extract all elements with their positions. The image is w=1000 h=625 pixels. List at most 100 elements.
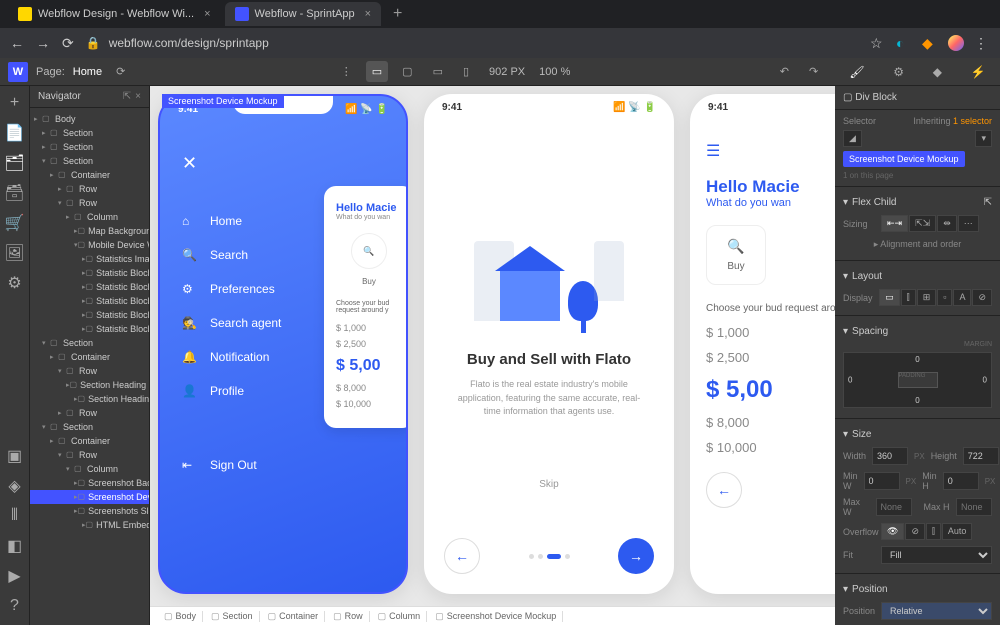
size-header[interactable]: ▾ Size <box>843 425 992 444</box>
forward-button[interactable]: → <box>36 35 50 51</box>
tree-item[interactable]: ▾▢Row <box>30 196 149 210</box>
sizing-none[interactable]: ⇹ <box>937 215 957 232</box>
screen3-card[interactable]: 🔍 Buy <box>706 225 766 285</box>
layout-header[interactable]: ▾ Layout <box>843 267 992 286</box>
tree-item[interactable]: ▸▢Container <box>30 350 149 364</box>
navigator-icon[interactable]: 🗂 <box>6 154 24 172</box>
desktop-breakpoint-icon[interactable]: ▭ <box>366 61 388 82</box>
tree-item[interactable]: ▾▢Row <box>30 448 149 462</box>
breadcrumb-item[interactable]: ▢Row <box>327 611 370 622</box>
tree-item[interactable]: ▸▢Section <box>30 126 149 140</box>
tree-item[interactable]: ▸▢Screenshots Slid <box>30 504 149 518</box>
spacing-header[interactable]: ▾ Spacing <box>843 322 992 341</box>
settings-icon[interactable]: ⚙ <box>6 274 24 292</box>
cms-icon[interactable]: 🗃 <box>6 184 24 202</box>
sizing-grow[interactable]: ⇱⇲ <box>909 215 936 232</box>
tree-item[interactable]: ▸▢Statistic Block <box>30 308 149 322</box>
tree-item[interactable]: ▾▢Section <box>30 336 149 350</box>
canvas-width[interactable]: 902 PX <box>489 66 525 78</box>
extension-icon-2[interactable]: ◆ <box>922 35 938 51</box>
interactions-tab-icon[interactable]: ⚡ <box>971 65 986 79</box>
device-mockup-2[interactable]: 9:41 📶 📡 🔋 Buy and Sell with Flato Flato… <box>424 94 674 594</box>
skip-button[interactable]: Skip <box>444 479 654 490</box>
redo-icon[interactable]: ↷ <box>803 61 824 82</box>
tree-item[interactable]: ▸▢Statistic Block <box>30 280 149 294</box>
breadcrumb-item[interactable]: ▢Section <box>205 611 260 622</box>
tree-item[interactable]: ▸▢Map Background <box>30 224 149 238</box>
tree-item[interactable]: ▸▢Column <box>30 210 149 224</box>
sizing-custom[interactable]: ⋯ <box>958 215 979 232</box>
profile-avatar[interactable] <box>948 35 964 51</box>
sizing-shrink[interactable]: ⇤⇥ <box>881 215 908 232</box>
help-icon[interactable]: ⫴ <box>6 507 24 525</box>
close-navigator-icon[interactable]: × <box>135 91 141 102</box>
tree-item[interactable]: ▸▢Statistics Imag <box>30 252 149 266</box>
flex-child-header[interactable]: ▾ Flex Child⇱ <box>843 193 992 212</box>
device-mockup-3[interactable]: 9:41 ☰ Hello Macie What do you wan 🔍 Buy… <box>690 94 835 594</box>
overflow-scroll[interactable]: ⫿ <box>926 523 941 540</box>
display-block[interactable]: ▭ <box>879 289 900 306</box>
s3-back-button[interactable]: ← <box>706 472 742 508</box>
tree-item[interactable]: ▸▢HTML Embed <box>30 518 149 532</box>
audit-icon[interactable]: ▣ <box>6 447 24 465</box>
tree-item[interactable]: ▸▢Container <box>30 434 149 448</box>
breadcrumb-item[interactable]: ▢Container <box>262 611 326 622</box>
display-flex[interactable]: ⫿ <box>901 289 916 306</box>
display-grid[interactable]: ⊞ <box>917 289 937 306</box>
position-header[interactable]: ▾ Position <box>843 580 992 599</box>
display-inline-block[interactable]: ▫ <box>937 289 952 306</box>
overflow-auto[interactable]: Auto <box>942 523 973 540</box>
refresh-preview-icon[interactable]: ⟳ <box>110 61 131 82</box>
tree-item[interactable]: ▾▢Mobile Device W <box>30 238 149 252</box>
ecommerce-icon[interactable]: 🛒 <box>6 214 24 232</box>
tree-item[interactable]: ▸▢Screenshot Devi <box>30 490 149 504</box>
browser-tab-0[interactable]: Webflow Design - Webflow Wi... × <box>8 2 221 26</box>
tree-item[interactable]: ▸▢Row <box>30 406 149 420</box>
onboard-next-button[interactable]: → <box>618 538 654 574</box>
display-inline[interactable]: A <box>953 289 971 306</box>
menu-close-icon[interactable]: ✕ <box>182 153 384 174</box>
tree-item[interactable]: ▸▢Container <box>30 168 149 182</box>
selector-type-icon[interactable]: ◢ <box>843 130 862 147</box>
tab-close-1[interactable]: × <box>365 8 371 20</box>
tree-item[interactable]: ▸▢Body <box>30 112 149 126</box>
url-bar[interactable]: 🔒 webflow.com/design/sprintapp <box>86 36 858 50</box>
mobile-breakpoint-icon[interactable]: ▯ <box>457 61 475 82</box>
minw-input[interactable] <box>864 472 900 490</box>
class-tag[interactable]: Screenshot Device Mockup <box>843 151 965 167</box>
canvas[interactable]: Screenshot Device Mockup 9:41 📶 📡 🔋 ✕ ⌂H… <box>150 86 835 606</box>
spacing-editor[interactable]: 0 0 0 0 PADDING <box>843 352 992 408</box>
webflow-logo[interactable]: W <box>8 62 28 82</box>
tree-item[interactable]: ▸▢Section Heading <box>30 392 149 406</box>
tutorial-icon[interactable]: ◧ <box>6 537 24 555</box>
minh-input[interactable] <box>943 472 979 490</box>
maxh-input[interactable] <box>956 498 992 516</box>
alignment-expand[interactable]: ▸ Alignment and order <box>843 235 992 254</box>
search-icon[interactable]: ◈ <box>6 477 24 495</box>
tree-item[interactable]: ▸▢Statistic Block <box>30 322 149 336</box>
extension-icon-1[interactable]: ◐ <box>896 35 912 51</box>
signout-button[interactable]: ⇤ Sign Out <box>182 448 384 482</box>
tree-item[interactable]: ▾▢Section <box>30 420 149 434</box>
maxw-input[interactable] <box>876 498 912 516</box>
tab-close-0[interactable]: × <box>204 8 210 20</box>
inheriting-count[interactable]: 1 selector <box>953 116 992 126</box>
breadcrumb-item[interactable]: ▢Column <box>372 611 428 622</box>
display-none[interactable]: ⊘ <box>972 289 992 306</box>
video-icon[interactable]: ▶ <box>6 567 24 585</box>
state-dropdown[interactable]: ▾ <box>975 130 992 147</box>
collapse-icon[interactable]: ⇱ <box>123 91 131 102</box>
browser-tab-1[interactable]: Webflow - SprintApp × <box>225 2 382 26</box>
style-tab-icon[interactable]: 🖌 <box>849 65 864 79</box>
overflow-hidden[interactable]: ⊘ <box>905 523 925 540</box>
tree-item[interactable]: ▾▢Section <box>30 154 149 168</box>
breadcrumb-item[interactable]: ▢Screenshot Device Mockup <box>429 611 563 622</box>
undo-icon[interactable]: ↶ <box>774 61 795 82</box>
add-element-icon[interactable]: + <box>6 94 24 112</box>
zoom-percent[interactable]: 100 % <box>539 66 570 78</box>
tree-item[interactable]: ▾▢Row <box>30 364 149 378</box>
star-icon[interactable]: ☆ <box>870 35 886 51</box>
menu-icon[interactable]: ⋮ <box>974 35 990 51</box>
tree-item[interactable]: ▸▢Statistic Block <box>30 266 149 280</box>
overflow-visible[interactable]: 👁 <box>881 523 904 540</box>
